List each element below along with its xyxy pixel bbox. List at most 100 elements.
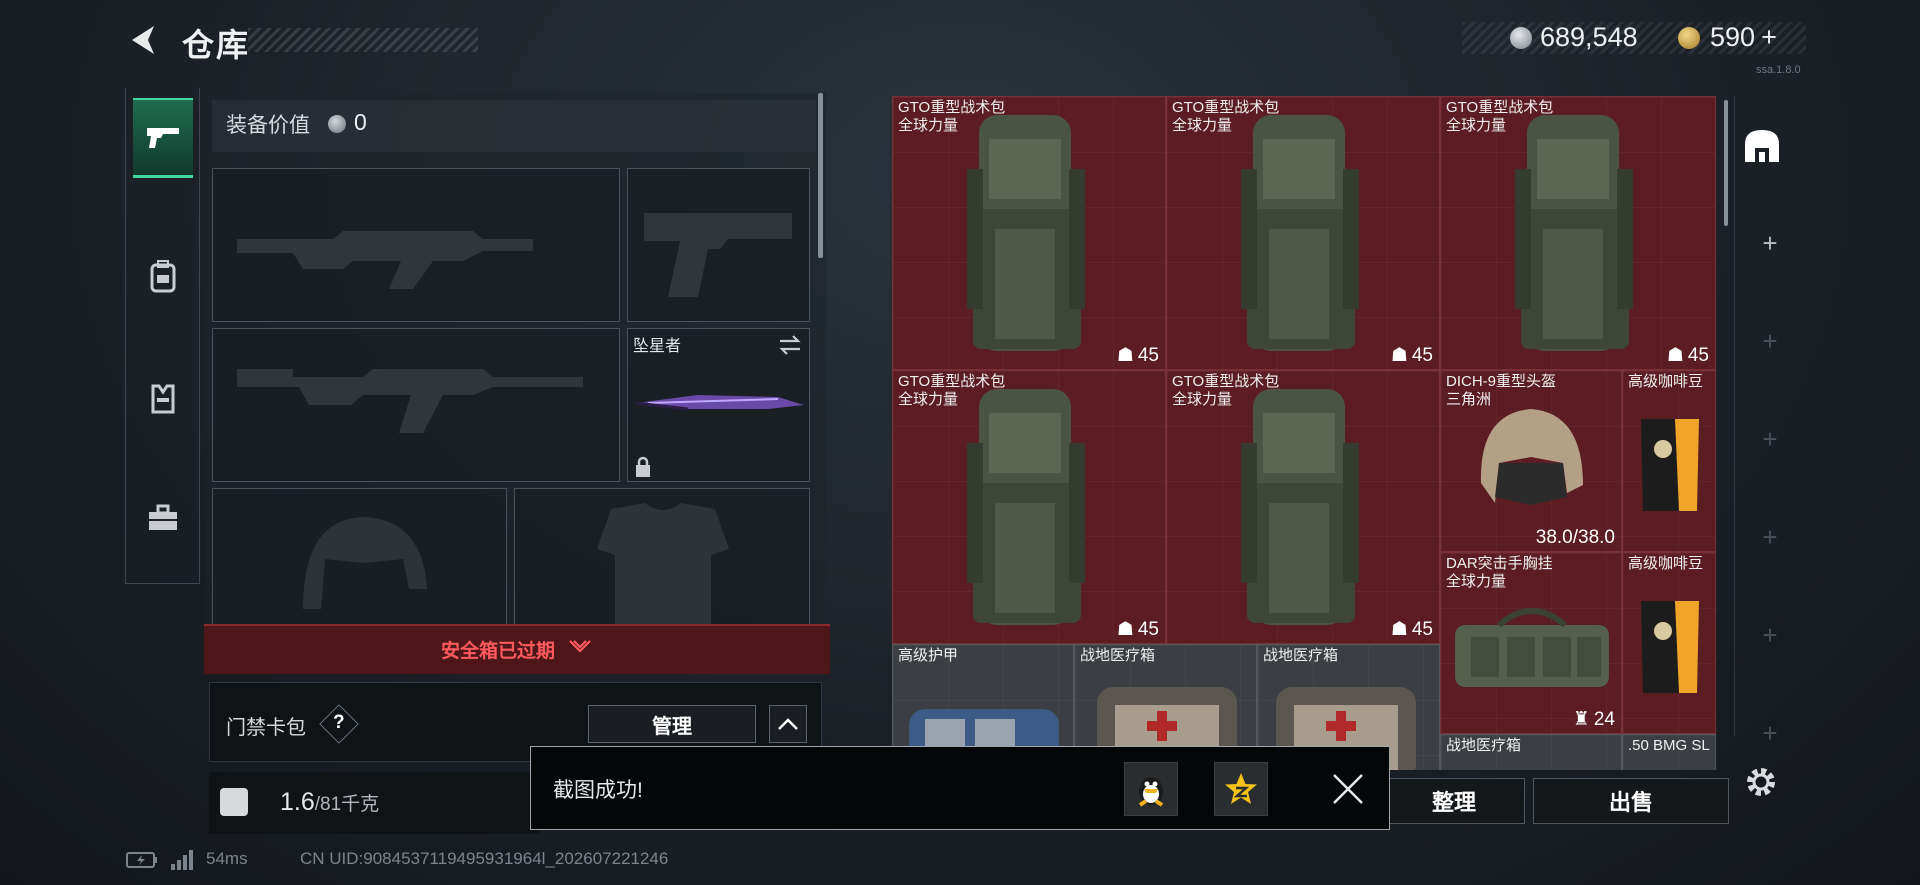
durability-icon: ☗: [1390, 345, 1408, 366]
add-storage-button[interactable]: +: [1750, 522, 1790, 553]
weight-icon: [220, 788, 248, 816]
item-count: ♜ 24: [1572, 708, 1615, 731]
item-name: 高级咖啡豆: [1628, 373, 1704, 390]
item-count: ☗ 45: [1116, 344, 1159, 367]
pistol-slot[interactable]: [627, 168, 810, 322]
add-storage-button[interactable]: +: [1750, 326, 1790, 357]
qq-penguin-icon: [1138, 777, 1164, 807]
item-name: 战地医疗箱: [1446, 737, 1522, 754]
share-qzone-button[interactable]: [1214, 762, 1268, 816]
version-label: ssa.1.8.0: [1756, 64, 1801, 76]
add-storage-button[interactable]: +: [1750, 718, 1790, 749]
inventory-item-backpack[interactable]: GTO重型战术包 全球力量 ☗ 45: [1166, 370, 1440, 644]
durability-icon: ☗: [1390, 619, 1408, 640]
inventory-item-backpack[interactable]: GTO重型战术包 全球力量 ☗ 45: [892, 96, 1166, 370]
briefcase-icon: [149, 504, 177, 530]
armor-slot[interactable]: [514, 488, 810, 629]
sell-button[interactable]: 出售: [1533, 778, 1729, 824]
inventory-item-chest-rig[interactable]: DAR突击手胸挂 全球力量 ♜ 24: [1440, 552, 1622, 734]
item-name: 高级咖啡豆: [1628, 555, 1704, 572]
primary-weapon-slot[interactable]: [212, 168, 620, 322]
item-name: .50 BMG SL: [1628, 737, 1710, 754]
gold-currency-value[interactable]: 590 +: [1710, 22, 1777, 53]
item-name: 战地医疗箱: [1263, 647, 1339, 664]
pistol-silhouette-icon: [644, 213, 792, 297]
share-qq-button[interactable]: [1124, 762, 1178, 816]
item-count: ☗ 45: [1390, 618, 1433, 641]
gear-icon[interactable]: [1743, 764, 1779, 800]
inventory-item-medkit[interactable]: 战地医疗箱: [1440, 734, 1622, 770]
nav-weapons[interactable]: [133, 98, 193, 178]
qzone-star-icon: [1225, 773, 1257, 804]
inventory-scrollbar[interactable]: [1724, 100, 1728, 226]
weight-value: 1.6/81千克: [280, 788, 380, 816]
access-card-label: 门禁卡包: [226, 717, 306, 739]
back-arrow-icon[interactable]: [124, 20, 164, 60]
item-count: ☗ 45: [1666, 344, 1709, 367]
inventory-item-backpack[interactable]: GTO重型战术包 全球力量 ☗ 45: [892, 370, 1166, 644]
silver-currency-value: 689,548: [1540, 22, 1638, 52]
chest-rig-art: [1455, 608, 1609, 687]
secondary-weapon-slot[interactable]: [212, 328, 620, 482]
inventory-item-coffee[interactable]: 高级咖啡豆: [1622, 370, 1716, 552]
inventory-item-backpack[interactable]: GTO重型战术包 全球力量 ☗ 45: [1166, 96, 1440, 370]
sort-button[interactable]: 整理: [1383, 778, 1525, 824]
item-count: ☗ 45: [1116, 618, 1159, 641]
item-sub: 全球力量: [1446, 117, 1507, 134]
silver-coin-icon: [328, 115, 346, 133]
nav-case[interactable]: [133, 478, 193, 558]
chevron-down-icon[interactable]: [568, 637, 592, 657]
inventory-item-coffee[interactable]: 高级咖啡豆: [1622, 552, 1716, 734]
item-durability: 38.0/38.0: [1535, 527, 1615, 548]
item-name: GTO重型战术包: [898, 373, 1006, 390]
item-sub: 全球力量: [898, 391, 959, 408]
armor-silhouette-icon: [597, 503, 729, 629]
item-count: ☗ 45: [1390, 344, 1433, 367]
manage-button[interactable]: 管理: [588, 705, 756, 743]
lock-icon: [636, 456, 650, 477]
title-decoration: [248, 28, 478, 52]
warehouse-icon[interactable]: [1741, 126, 1783, 166]
item-name: GTO重型战术包: [1446, 99, 1554, 116]
durability-icon: ☗: [1666, 345, 1684, 366]
inventory-item-ammo[interactable]: .50 BMG SL: [1622, 734, 1716, 770]
inventory-grid: GTO重型战术包 全球力量 ☗ 45 GTO重型战术包 全球力量 ☗ 45 GTO重型战…: [892, 96, 1716, 770]
add-storage-button[interactable]: +: [1750, 620, 1790, 651]
pistol-icon: [147, 127, 179, 148]
close-icon[interactable]: [1326, 767, 1370, 811]
coffee-bag-art: [1641, 601, 1699, 693]
add-storage-button[interactable]: +: [1750, 228, 1790, 259]
ping-value: 54ms: [206, 849, 248, 868]
item-sub: 全球力量: [1172, 117, 1233, 134]
helmet-silhouette-icon: [303, 517, 427, 609]
backpack-art: [967, 389, 1085, 625]
nav-backpack[interactable]: [133, 236, 193, 316]
page-title: 仓库: [182, 27, 251, 63]
silver-coin-icon: [1510, 27, 1532, 49]
backpack-art: [1515, 115, 1633, 351]
helmet-art: [1480, 409, 1583, 505]
durability-icon: ☗: [1116, 345, 1134, 366]
item-name: 战地医疗箱: [1080, 647, 1156, 664]
add-currency-button[interactable]: +: [1761, 22, 1777, 52]
backpack-icon: [150, 260, 176, 293]
swap-icon[interactable]: [778, 334, 802, 356]
inventory-item-helmet[interactable]: DICH-9重型头盔 三角洲 38.0/38.0: [1440, 370, 1622, 552]
collapse-button[interactable]: [769, 705, 807, 743]
item-name: 高级护甲: [898, 647, 959, 664]
item-sub: 全球力量: [1172, 391, 1233, 408]
inventory-item-backpack[interactable]: GTO重型战术包 全球力量 ☗ 45: [1440, 96, 1716, 370]
helmet-slot[interactable]: [212, 488, 507, 628]
item-name: GTO重型战术包: [898, 99, 1006, 116]
help-icon[interactable]: ?: [333, 712, 345, 734]
loadout-scrollbar[interactable]: [818, 93, 823, 258]
player-uid: CN UID:9084537119495931964l_202607221246: [300, 849, 669, 868]
add-storage-button[interactable]: +: [1750, 424, 1790, 455]
item-sub: 全球力量: [1446, 573, 1507, 590]
vest-icon: [151, 384, 175, 414]
backpack-art: [967, 115, 1085, 351]
backpack-art: [1241, 389, 1359, 625]
item-name: DICH-9重型头盔: [1446, 373, 1557, 390]
nav-vest[interactable]: [133, 358, 193, 438]
rifle-silhouette-icon: [237, 231, 533, 289]
